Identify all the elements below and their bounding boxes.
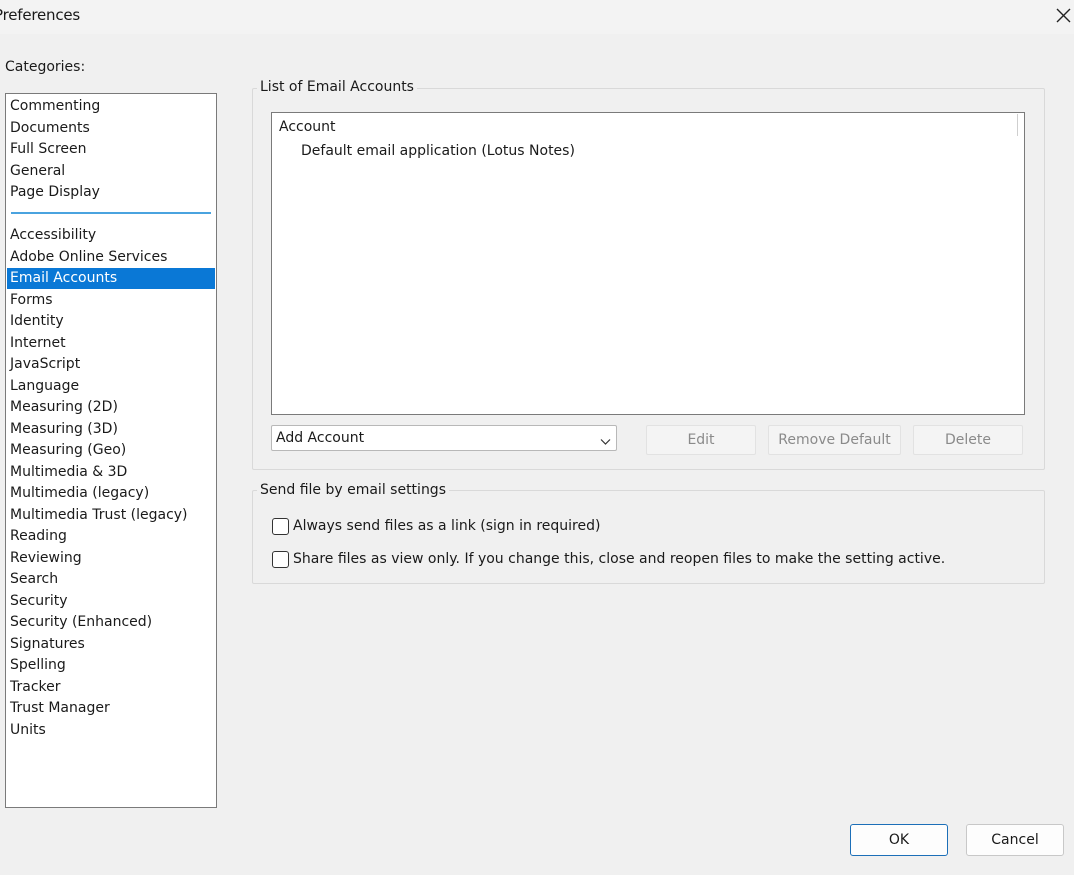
remove-default-button[interactable]: Remove Default [768, 425, 901, 455]
category-internet[interactable]: Internet [7, 333, 215, 354]
close-icon[interactable] [1052, 2, 1074, 28]
category-adobe-online-services[interactable]: Adobe Online Services [7, 247, 215, 268]
category-divider [11, 212, 211, 214]
category-multimedia-trust-legacy[interactable]: Multimedia Trust (legacy) [7, 505, 215, 526]
category-forms[interactable]: Forms [7, 290, 215, 311]
email-accounts-list[interactable]: Account Default email application (Lotus… [271, 112, 1025, 415]
categories-label: Categories: [5, 59, 86, 75]
category-reading[interactable]: Reading [7, 526, 215, 547]
column-divider [1017, 114, 1018, 136]
category-measuring-geo[interactable]: Measuring (Geo) [7, 440, 215, 461]
category-page-display[interactable]: Page Display [7, 182, 215, 203]
category-measuring-2d[interactable]: Measuring (2D) [7, 397, 215, 418]
category-email-accounts[interactable]: Email Accounts [7, 268, 215, 289]
share-view-only-checkbox[interactable] [272, 551, 289, 568]
always-send-link-label: Always send files as a link (sign in req… [293, 518, 601, 534]
account-row[interactable]: Default email application (Lotus Notes) [301, 143, 575, 159]
always-send-link-checkbox[interactable] [272, 518, 289, 535]
add-account-value: Add Account [276, 430, 365, 446]
category-measuring-3d[interactable]: Measuring (3D) [7, 419, 215, 440]
category-units[interactable]: Units [7, 720, 215, 741]
category-security-enhanced[interactable]: Security (Enhanced) [7, 612, 215, 633]
send-settings-group [252, 490, 1045, 584]
category-accessibility[interactable]: Accessibility [7, 225, 215, 246]
category-search[interactable]: Search [7, 569, 215, 590]
categories-list[interactable]: Commenting Documents Full Screen General… [5, 93, 217, 808]
category-general[interactable]: General [7, 161, 215, 182]
category-commenting[interactable]: Commenting [7, 96, 215, 117]
edit-button[interactable]: Edit [646, 425, 756, 455]
category-security[interactable]: Security [7, 591, 215, 612]
category-language[interactable]: Language [7, 376, 215, 397]
category-full-screen[interactable]: Full Screen [7, 139, 215, 160]
category-multimedia-3d[interactable]: Multimedia & 3D [7, 462, 215, 483]
category-identity[interactable]: Identity [7, 311, 215, 332]
category-reviewing[interactable]: Reviewing [7, 548, 215, 569]
category-multimedia-legacy[interactable]: Multimedia (legacy) [7, 483, 215, 504]
delete-button[interactable]: Delete [913, 425, 1023, 455]
category-signatures[interactable]: Signatures [7, 634, 215, 655]
add-account-dropdown[interactable]: Add Account [271, 425, 617, 451]
ok-button[interactable]: OK [850, 824, 948, 856]
category-spelling[interactable]: Spelling [7, 655, 215, 676]
title-bar: Preferences [0, 0, 1074, 34]
category-documents[interactable]: Documents [7, 118, 215, 139]
send-settings-group-title: Send file by email settings [257, 482, 449, 498]
category-trust-manager[interactable]: Trust Manager [7, 698, 215, 719]
window-title: Preferences [0, 6, 81, 24]
category-tracker[interactable]: Tracker [7, 677, 215, 698]
chevron-down-icon [600, 434, 611, 450]
share-view-only-label: Share files as view only. If you change … [293, 551, 946, 567]
cancel-button[interactable]: Cancel [966, 824, 1064, 856]
email-accounts-group-title: List of Email Accounts [257, 79, 417, 95]
category-javascript[interactable]: JavaScript [7, 354, 215, 375]
account-column-header: Account [279, 119, 336, 135]
